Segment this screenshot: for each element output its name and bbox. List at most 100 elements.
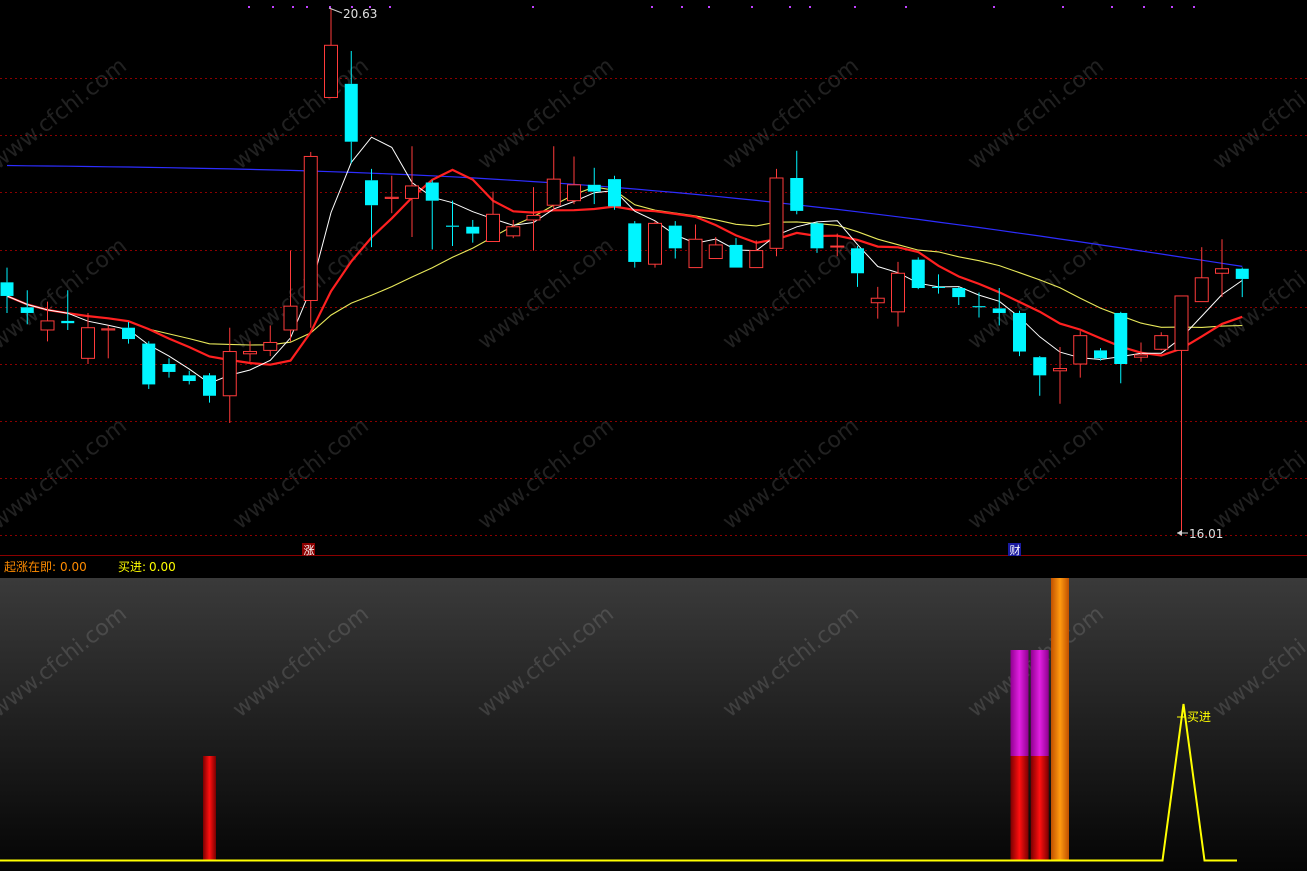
candle-body bbox=[708, 244, 723, 260]
candle-body bbox=[40, 320, 55, 331]
candle-down bbox=[1013, 310, 1026, 357]
candle-body bbox=[1073, 335, 1088, 365]
period-dot bbox=[789, 6, 791, 8]
price-chart[interactable]: www.cfchi.comwww.cfchi.comwww.cfchi.comw… bbox=[0, 0, 1307, 556]
period-dot bbox=[532, 6, 534, 8]
candle-body bbox=[81, 327, 95, 359]
candle-body bbox=[1215, 268, 1229, 274]
signal-bar-red bbox=[203, 756, 216, 860]
candle-body bbox=[365, 180, 378, 206]
zhang-marker[interactable]: 涨 bbox=[302, 543, 315, 556]
candle-body bbox=[769, 177, 784, 249]
candle-body bbox=[567, 184, 581, 202]
candle-up bbox=[769, 168, 784, 257]
period-dot bbox=[292, 6, 294, 8]
candle-body bbox=[1033, 357, 1047, 376]
candle-body bbox=[1174, 295, 1189, 351]
candle-body bbox=[972, 306, 986, 308]
candle-body bbox=[830, 245, 845, 248]
candle-down bbox=[911, 257, 925, 290]
period-dot bbox=[1193, 6, 1195, 8]
candle-body bbox=[182, 375, 196, 382]
candle-body bbox=[749, 250, 764, 269]
candle-body bbox=[992, 308, 1006, 313]
candle-body bbox=[324, 44, 338, 98]
candle-body bbox=[203, 375, 216, 396]
candle-body bbox=[729, 244, 743, 268]
period-dot bbox=[651, 6, 653, 8]
candle-body bbox=[384, 196, 399, 199]
candle-body bbox=[162, 364, 176, 372]
candle-body bbox=[911, 259, 925, 289]
candle-body bbox=[1235, 268, 1249, 279]
indicator-info-bar: 起涨在即: 0.00 买进: 0.00 bbox=[0, 556, 1307, 578]
low-price-label: 16.01 bbox=[1189, 527, 1223, 541]
candle-body bbox=[1154, 335, 1169, 350]
candle-body bbox=[1134, 354, 1148, 358]
candle-body bbox=[688, 238, 703, 269]
candle-body bbox=[283, 305, 298, 331]
signal-bar-red bbox=[1030, 756, 1049, 860]
candle-body bbox=[1094, 350, 1107, 359]
period-dot bbox=[306, 6, 308, 8]
candle-body bbox=[810, 223, 824, 249]
candle-body bbox=[486, 213, 500, 243]
candle-body bbox=[851, 248, 864, 274]
qizhang-label: 起涨在即: bbox=[4, 560, 57, 574]
candle-down bbox=[628, 221, 642, 268]
period-dot bbox=[248, 6, 250, 8]
candle-body bbox=[891, 272, 905, 313]
high-price-label: 20.63 bbox=[343, 7, 377, 21]
buy-value: 0.00 bbox=[149, 560, 176, 574]
candle-body bbox=[20, 307, 34, 313]
candle-body bbox=[952, 288, 966, 298]
candle-body bbox=[405, 185, 419, 199]
period-dot bbox=[1143, 6, 1145, 8]
candle-down bbox=[810, 222, 824, 253]
cai-marker[interactable]: 财 bbox=[1008, 543, 1021, 556]
candle-body bbox=[425, 182, 439, 201]
candle-body bbox=[222, 351, 237, 397]
candle-body bbox=[0, 282, 14, 296]
candle-body bbox=[263, 341, 278, 351]
period-dot bbox=[272, 6, 274, 8]
candle-body bbox=[466, 226, 480, 234]
candle-body bbox=[243, 351, 257, 355]
period-dot bbox=[389, 6, 391, 8]
svg-text:财: 财 bbox=[1010, 543, 1021, 556]
period-dot bbox=[1111, 6, 1113, 8]
buy-label: 买进: bbox=[118, 560, 147, 574]
candle-body bbox=[587, 184, 601, 192]
qizhang-value: 0.00 bbox=[60, 560, 87, 574]
candle-body bbox=[101, 328, 116, 331]
candle-body bbox=[446, 225, 459, 227]
candle-body bbox=[668, 225, 682, 249]
signal-bar-magenta bbox=[1010, 650, 1029, 756]
candle-body bbox=[1194, 277, 1209, 303]
candle-body bbox=[122, 327, 135, 340]
candle-body bbox=[1053, 368, 1067, 372]
period-dot bbox=[751, 6, 753, 8]
indicator-chart[interactable]: www.cfchi.com www.cfchi.com www.cfchi.com w… bbox=[0, 578, 1307, 871]
candle-body bbox=[648, 222, 662, 265]
candle-body bbox=[1114, 312, 1128, 365]
candle-body bbox=[526, 214, 541, 221]
period-dot bbox=[809, 6, 811, 8]
period-dot bbox=[854, 6, 856, 8]
candle-body bbox=[61, 320, 75, 324]
buy-annotation: 买进 bbox=[1187, 710, 1211, 724]
candle-body bbox=[303, 155, 318, 301]
candle-down bbox=[608, 175, 621, 210]
candle-body bbox=[546, 178, 561, 206]
candle-body bbox=[142, 343, 156, 385]
period-dot bbox=[708, 6, 710, 8]
candle-body bbox=[870, 297, 885, 304]
svg-text:涨: 涨 bbox=[304, 544, 315, 556]
candle-body bbox=[608, 179, 621, 207]
candle-down bbox=[142, 341, 156, 389]
period-dot bbox=[905, 6, 907, 8]
signal-bar-magenta bbox=[1030, 650, 1049, 756]
period-dot bbox=[1171, 6, 1173, 8]
candle-body bbox=[344, 83, 358, 142]
candle-body bbox=[932, 286, 945, 289]
